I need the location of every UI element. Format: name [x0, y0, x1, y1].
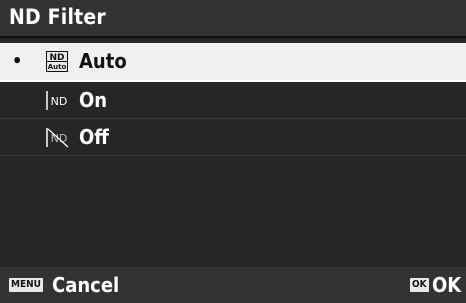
- nd-on-icon: ND: [46, 90, 68, 111]
- option-list: • ND Auto Auto ND On Off: [0, 43, 466, 156]
- ok-button-icon: OK: [410, 278, 429, 292]
- option-on[interactable]: ND On: [0, 82, 466, 119]
- footer-bar: MENU Cancel OK OK: [0, 267, 466, 303]
- title-bar: ND Filter: [0, 0, 466, 38]
- option-label: On: [79, 88, 108, 112]
- nd-auto-icon: ND Auto: [46, 51, 68, 72]
- selected-bullet: •: [12, 51, 23, 72]
- option-auto[interactable]: • ND Auto Auto: [0, 43, 466, 82]
- cancel-button[interactable]: Cancel: [52, 273, 119, 297]
- option-label: Off: [79, 125, 109, 149]
- nd-filter-screen: ND Filter • ND Auto Auto ND On Off MENU …: [0, 0, 466, 303]
- nd-auto-icon-bottom: Auto: [48, 63, 67, 71]
- option-off[interactable]: ND Off: [0, 119, 466, 156]
- nd-off-icon: ND: [46, 127, 69, 148]
- menu-button-icon: MENU: [9, 278, 43, 292]
- page-title: ND Filter: [9, 5, 106, 29]
- ok-button[interactable]: OK: [432, 273, 461, 297]
- option-label: Auto: [79, 49, 127, 73]
- nd-on-icon-text: ND: [51, 95, 68, 108]
